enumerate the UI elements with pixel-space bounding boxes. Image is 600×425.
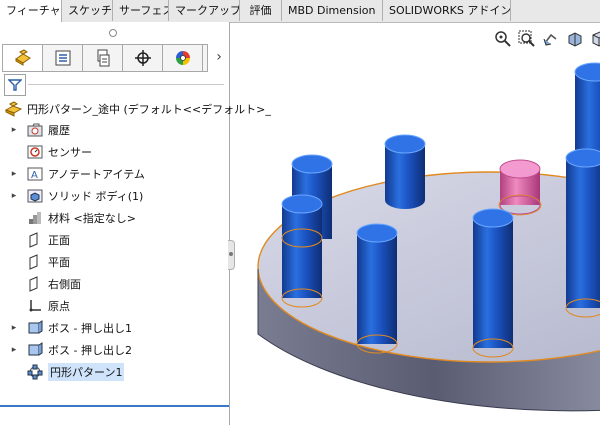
tree-item-material[interactable]: 材料 <指定なし> — [0, 207, 229, 229]
tab-mbd-dimension[interactable]: MBD Dimension — [282, 0, 383, 21]
feature-manager-panel: › 円形パターン_途中 (デフォルト<<デフォルト>_ ▸ 履歴 センサー ▸ A アノテ… — [0, 22, 271, 425]
origin-icon — [26, 297, 44, 315]
tree-item-history[interactable]: ▸ 履歴 — [0, 119, 229, 141]
tree-item-label: 履歴 — [48, 124, 70, 137]
section-view-button[interactable] — [564, 28, 586, 50]
tree-item-solid-bodies[interactable]: ▸ ソリッド ボディ(1) — [0, 185, 229, 207]
tree-item-label: 円形パターン1 — [48, 363, 125, 381]
tree-item-label: センサー — [48, 146, 92, 159]
dimxpert-manager-icon — [134, 50, 151, 66]
tree-item-top-plane[interactable]: 平面 — [0, 251, 229, 273]
configuration-manager-tab[interactable] — [83, 45, 123, 71]
expand-caret-icon[interactable]: ▸ — [8, 125, 20, 135]
pin-left — [281, 194, 323, 308]
graphics-viewport[interactable] — [230, 22, 600, 425]
zoom-to-fit-button[interactable] — [492, 28, 514, 50]
previous-view-icon — [543, 33, 557, 46]
tree-item-boss-extrude1[interactable]: ▸ ボス - 押し出し1 — [0, 317, 229, 339]
plane-icon — [26, 253, 44, 271]
section-view-icon — [568, 32, 582, 47]
view-orientation-icon — [592, 31, 600, 47]
dimxpert-manager-tab[interactable] — [123, 45, 163, 71]
tree-item-circular-pattern1[interactable]: 円形パターン1 — [0, 361, 229, 383]
tree-item-boss-extrude2[interactable]: ▸ ボス - 押し出し2 — [0, 339, 229, 361]
tree-item-label: 平面 — [48, 256, 70, 269]
sensor-icon — [26, 143, 44, 161]
tab-features[interactable]: フィーチャー — [0, 0, 62, 22]
tab-surfaces[interactable]: サーフェス — [113, 0, 169, 21]
display-manager-tab[interactable] — [163, 45, 203, 71]
svg-text:A: A — [31, 170, 38, 181]
pin-back-center — [384, 134, 426, 209]
boss-extrude-icon — [26, 341, 44, 359]
expand-caret-icon[interactable]: ▸ — [8, 323, 20, 333]
circular-pattern-icon — [26, 363, 44, 381]
plane-icon — [26, 275, 44, 293]
tree-item-origin[interactable]: 原点 — [0, 295, 229, 317]
tree-item-label: 右側面 — [48, 278, 81, 291]
previous-view-button[interactable] — [540, 28, 562, 50]
tree-item-label: ボス - 押し出し2 — [48, 344, 132, 357]
history-folder-icon — [26, 121, 44, 139]
annotations-icon: A — [26, 165, 44, 183]
chevron-right-icon[interactable]: › — [212, 48, 226, 66]
panel-grip-icon[interactable] — [109, 29, 117, 37]
expand-caret-icon[interactable]: ▸ — [8, 191, 20, 201]
part-icon — [5, 101, 23, 117]
feature-manager-icon — [14, 49, 31, 66]
view-orientation-button[interactable] — [588, 28, 600, 50]
tab-sketch[interactable]: スケッチ — [62, 0, 113, 21]
tree-item-label: アノテートアイテム — [48, 168, 145, 181]
tree-item-sensors[interactable]: センサー — [0, 141, 229, 163]
boss-extrude-icon — [26, 319, 44, 337]
tree-filter-button[interactable] — [4, 74, 26, 96]
display-manager-icon — [175, 51, 190, 65]
expand-caret-icon[interactable]: ▸ — [8, 169, 20, 179]
command-manager-tabs: フィーチャー スケッチ サーフェス マークアップ 評価 MBD Dimensio… — [0, 0, 600, 23]
material-icon — [26, 209, 44, 227]
tree-item-right-plane[interactable]: 右側面 — [0, 273, 229, 295]
pin-front-right — [472, 208, 514, 358]
property-manager-tab[interactable] — [43, 45, 83, 71]
tree-item-label: 原点 — [48, 300, 70, 313]
solid-bodies-icon — [26, 187, 44, 205]
expand-caret-icon[interactable]: ▸ — [8, 345, 20, 355]
tree-item-label: 材料 <指定なし> — [48, 212, 136, 225]
plane-icon — [26, 231, 44, 249]
tab-markup[interactable]: マークアップ — [169, 0, 240, 21]
rollback-bar[interactable] — [0, 405, 229, 407]
tree-item-label: 正面 — [48, 234, 70, 247]
tree-item-label: ボス - 押し出し1 — [48, 322, 132, 335]
zoom-to-area-button[interactable] — [516, 28, 538, 50]
filter-icon — [8, 79, 22, 91]
property-manager-icon — [55, 50, 70, 66]
feature-manager-tab[interactable] — [3, 45, 43, 71]
tree-item-annotations[interactable]: ▸ A アノテートアイテム — [0, 163, 229, 185]
tree-item-label: ソリッド ボディ(1) — [48, 190, 144, 203]
zoom-to-area-icon — [518, 30, 535, 47]
manager-tab-bar — [2, 44, 208, 72]
tab-solidworks-addins[interactable]: SOLIDWORKS アドイン — [383, 0, 511, 21]
zoom-to-fit-icon — [495, 31, 511, 47]
tab-evaluate[interactable]: 評価 — [240, 0, 282, 21]
pin-right — [565, 148, 600, 318]
configuration-manager-icon — [97, 49, 109, 67]
model-view — [257, 62, 600, 412]
heads-up-view-toolbar — [490, 28, 600, 50]
pin-front-left — [356, 223, 398, 354]
tree-item-front-plane[interactable]: 正面 — [0, 229, 229, 251]
